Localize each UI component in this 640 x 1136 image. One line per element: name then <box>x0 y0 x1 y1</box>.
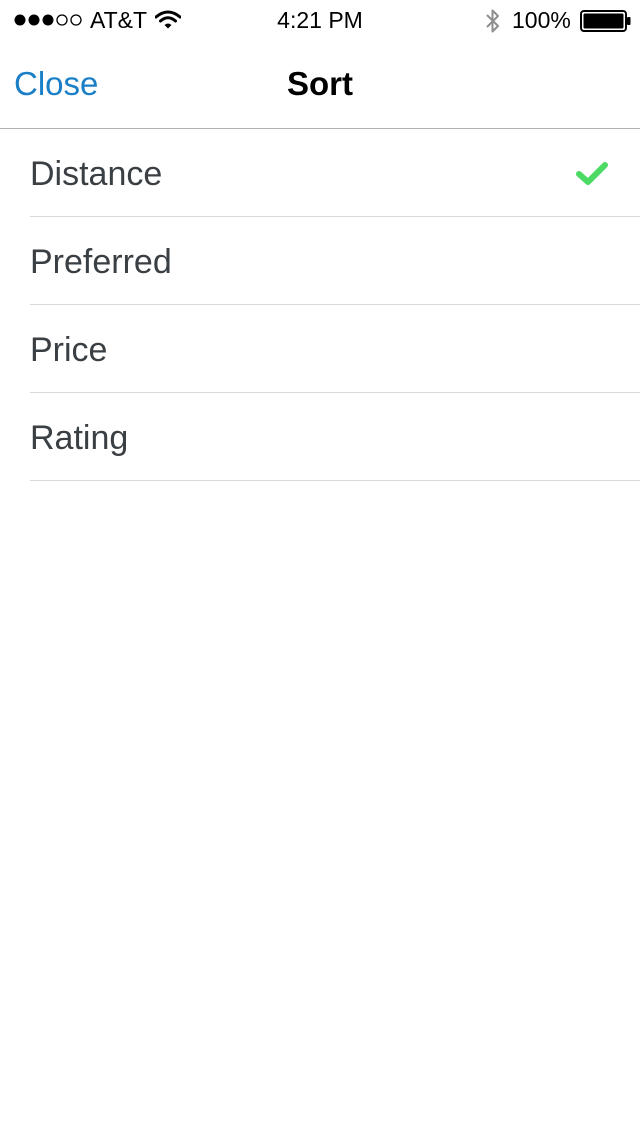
sort-option-distance[interactable]: Distance <box>30 129 640 217</box>
sort-options-list: Distance Preferred Price Rating <box>0 129 640 481</box>
sort-option-label: Price <box>30 331 108 369</box>
sort-option-label: Distance <box>30 155 163 193</box>
sort-option-rating[interactable]: Rating <box>30 393 640 481</box>
sort-option-price[interactable]: Price <box>30 305 640 393</box>
battery-percent: 100% <box>512 7 571 33</box>
sort-option-label: Preferred <box>30 243 172 281</box>
bluetooth-icon <box>486 9 499 33</box>
sort-option-preferred[interactable]: Preferred <box>30 217 640 305</box>
close-button[interactable]: Close <box>14 40 98 128</box>
battery-icon <box>580 10 631 32</box>
checkmark-icon <box>576 162 608 185</box>
nav-bar: Sort Close <box>0 40 640 129</box>
sort-option-label: Rating <box>30 419 129 457</box>
status-bar: AT&T 4:21 PM 100% <box>0 0 640 40</box>
sort-screen: AT&T 4:21 PM 100% Sort Close Distance Pr… <box>0 0 640 1136</box>
